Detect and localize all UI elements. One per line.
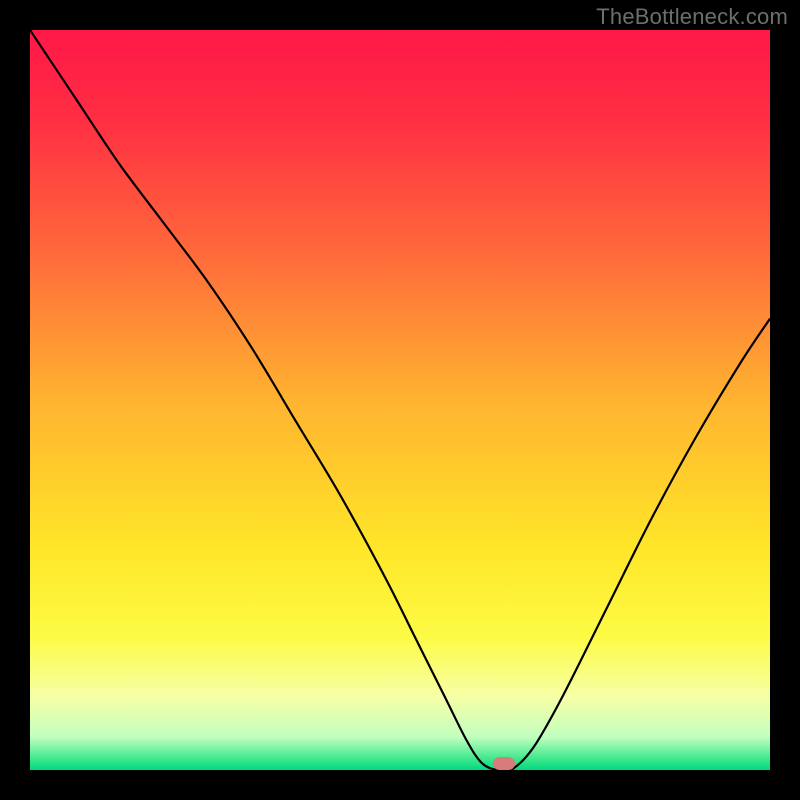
gradient-background <box>30 30 770 770</box>
bottleneck-chart <box>30 30 770 770</box>
optimal-marker <box>493 757 515 770</box>
watermark-text: TheBottleneck.com <box>596 4 788 30</box>
chart-frame: TheBottleneck.com <box>0 0 800 800</box>
